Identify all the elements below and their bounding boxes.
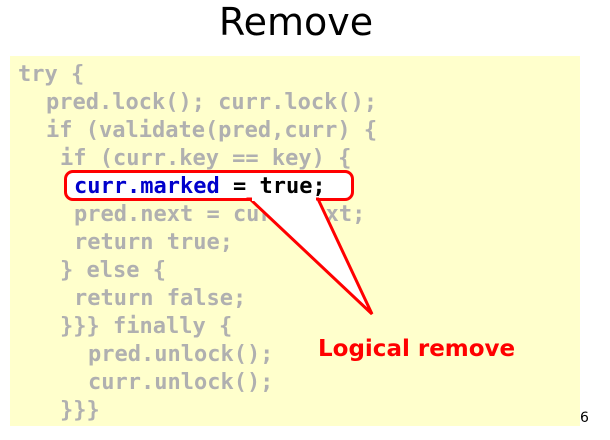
page-number: 6 (580, 410, 589, 426)
true-literal: true; (259, 174, 326, 199)
code-line-return-true: return true; (74, 230, 233, 255)
code-line-try: try { (18, 62, 85, 87)
callout-label: Logical remove (318, 336, 516, 362)
assign-operator: = (219, 174, 260, 199)
code-line-key-check: if (curr.key == key) { (60, 146, 352, 171)
code-line-close: }}} (60, 398, 100, 423)
slide: Remove try { pred.lock(); curr.lock(); i… (0, 0, 610, 440)
slide-title: Remove (218, 0, 374, 44)
marked-field: curr.marked (74, 174, 220, 199)
code-line-validate: if (validate(pred,curr) { (46, 118, 378, 143)
code-line-else: } else { (60, 258, 166, 283)
code-line-curr-unlock: curr.unlock(); (88, 370, 274, 395)
code-line-pred-unlock: pred.unlock(); (88, 342, 274, 367)
code-line-unlink: pred.next = curr.next; (74, 202, 366, 227)
code-line-finally: }}} finally { (60, 314, 233, 339)
code-line-lock: pred.lock(); curr.lock(); (46, 90, 378, 115)
code-line-return-false: return false; (74, 286, 247, 311)
code-line-mark: curr.marked = true; (74, 173, 326, 201)
